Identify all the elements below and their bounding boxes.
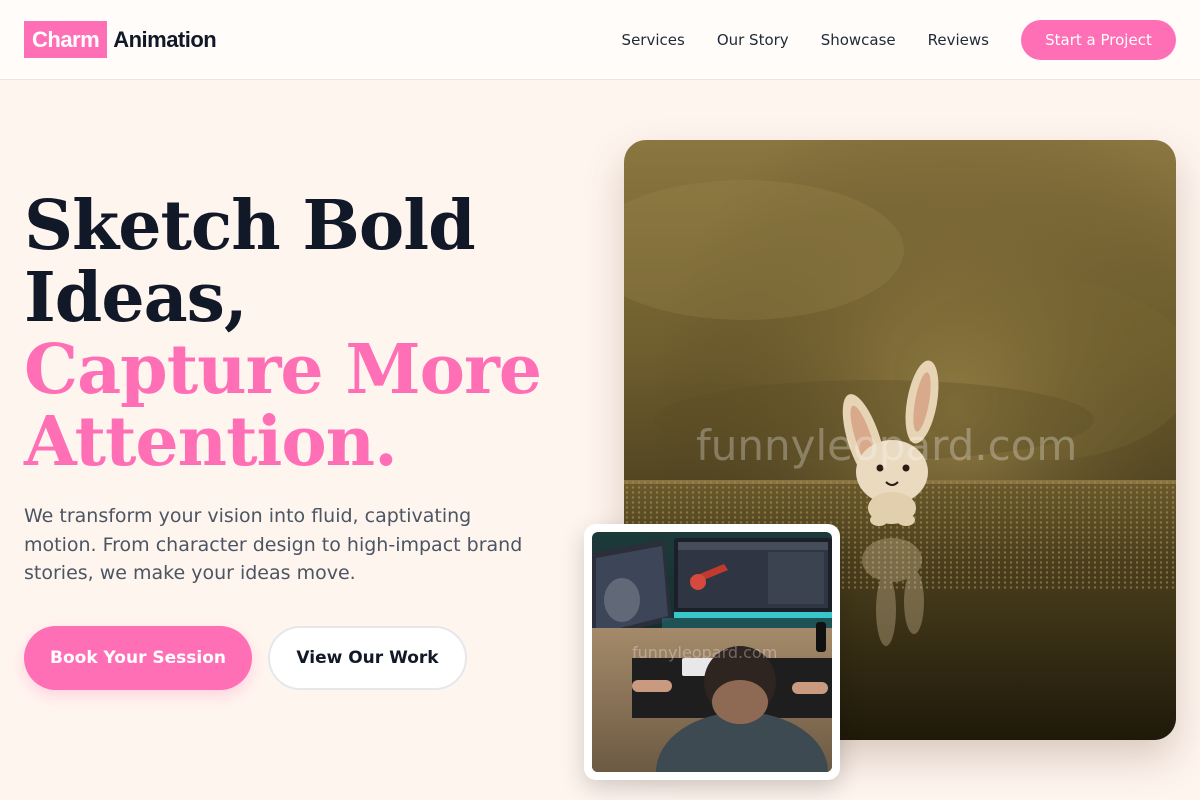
view-work-button[interactable]: View Our Work	[268, 626, 467, 690]
headline-line-4: Attention.	[24, 402, 398, 482]
inset-image-watermark: funnyleopard.com	[632, 643, 777, 662]
logo-badge: Charm	[24, 21, 108, 58]
main-image-watermark: funnyleopard.com	[696, 421, 1077, 470]
nav-link-our-story[interactable]: Our Story	[717, 20, 789, 60]
inset-image-card: funnyleopard.com	[584, 524, 840, 780]
start-project-button[interactable]: Start a Project	[1021, 20, 1176, 60]
headline-line-3: Capture More	[24, 330, 542, 410]
main-nav: Services Our Story Showcase Reviews Star…	[622, 20, 1176, 60]
headline-line-1: Sketch Bold	[24, 186, 476, 266]
animator-workstation-photo: funnyleopard.com	[592, 532, 832, 772]
hero-headline: Sketch Bold Ideas, Capture More Attentio…	[24, 190, 564, 478]
site-header: Charm Animation Services Our Story Showc…	[0, 0, 1200, 80]
logo-text: Animation	[113, 27, 217, 52]
brand-logo[interactable]: Charm Animation	[24, 21, 217, 58]
headline-line-2: Ideas,	[24, 258, 248, 338]
nav-link-services[interactable]: Services	[622, 20, 685, 60]
nav-link-reviews[interactable]: Reviews	[928, 20, 989, 60]
nav-link-showcase[interactable]: Showcase	[821, 20, 896, 60]
hero-subtitle: We transform your vision into fluid, cap…	[24, 505, 523, 584]
book-session-button[interactable]: Book Your Session	[24, 626, 252, 690]
